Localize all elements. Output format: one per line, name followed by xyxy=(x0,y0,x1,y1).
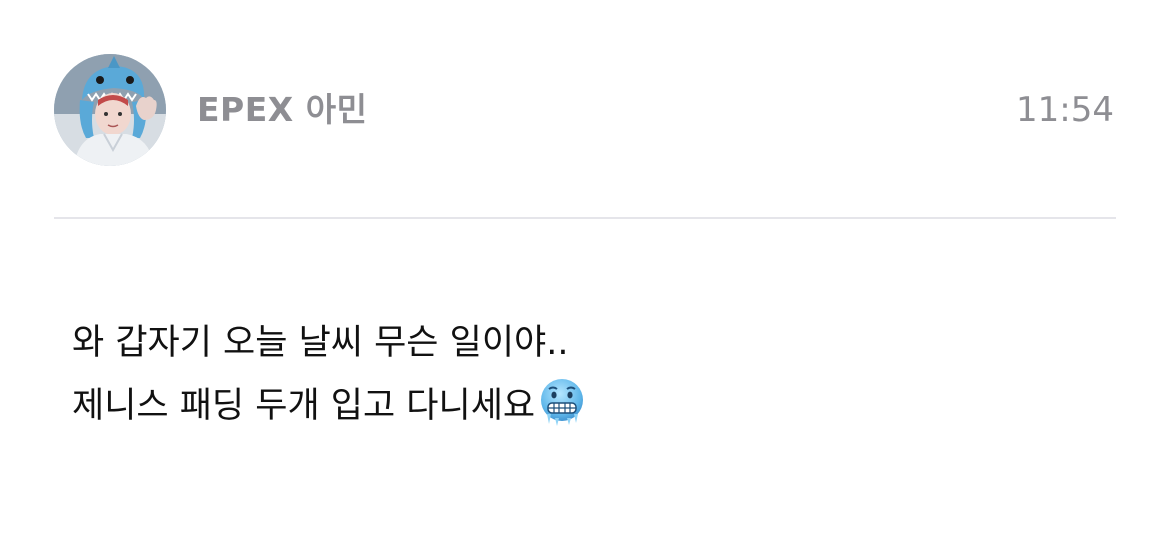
message-line: 와 갑자기 오늘 날씨 무슨 일이야.. xyxy=(72,323,569,363)
message-body: 와 갑자기 오늘 날씨 무슨 일이야.. 제니스 패딩 두개 입고 다니세요 xyxy=(72,312,1112,438)
message-line: 제니스 패딩 두개 입고 다니세요 xyxy=(72,375,1112,438)
message-screen: EPEX 아민 11:54 와 갑자기 오늘 날씨 무슨 일이야.. 제니스 패… xyxy=(0,0,1170,545)
message-header: EPEX 아민 11:54 xyxy=(0,0,1170,218)
sender-name[interactable]: EPEX 아민 xyxy=(197,88,367,132)
freezing-face-icon xyxy=(537,376,587,426)
message-line-text: 제니스 패딩 두개 입고 다니세요 xyxy=(72,386,536,426)
avatar[interactable] xyxy=(54,54,166,166)
message-timestamp: 11:54 xyxy=(1016,90,1114,130)
avatar-photo-icon xyxy=(54,54,166,166)
header-divider xyxy=(54,217,1116,219)
